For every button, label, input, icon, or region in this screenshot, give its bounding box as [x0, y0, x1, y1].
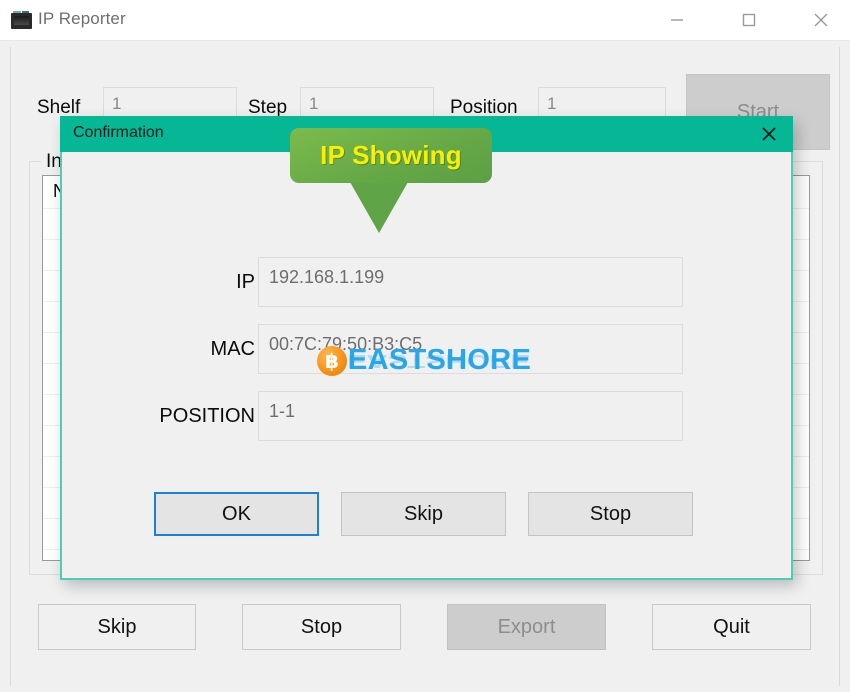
position-field-row: POSITION 1-1: [62, 391, 795, 443]
app-icon: [11, 11, 32, 30]
callout-tail-icon: [350, 182, 408, 233]
dialog-body: IP 192.168.1.199 MAC 00:7C:79:50:B3:C5 P…: [60, 152, 793, 580]
close-button[interactable]: [798, 0, 844, 40]
ip-showing-callout: IP Showing: [290, 128, 492, 183]
ip-label: IP: [236, 271, 255, 293]
maximize-icon: [742, 13, 756, 27]
dialog-close-button[interactable]: [745, 116, 793, 152]
minimize-button[interactable]: [654, 0, 700, 40]
ip-reporter-window: IP Reporter Shelf 1 Step 1 Position 1 St…: [0, 0, 850, 692]
callout-label: IP Showing: [320, 140, 462, 170]
export-button[interactable]: Export: [447, 604, 606, 650]
window-title: IP Reporter: [38, 9, 126, 28]
position-value-input[interactable]: 1-1: [258, 391, 683, 441]
ip-field-row: IP 192.168.1.199: [62, 257, 795, 309]
title-bar: IP Reporter: [0, 0, 850, 41]
dialog-title: Confirmation: [73, 124, 164, 141]
dialog-ok-button[interactable]: OK: [154, 492, 319, 536]
close-icon: [762, 127, 776, 141]
minimize-icon: [671, 19, 683, 21]
dialog-skip-button[interactable]: Skip: [341, 492, 506, 536]
close-icon: [814, 13, 828, 27]
maximize-button[interactable]: [726, 0, 772, 40]
position-label: POSITION: [159, 405, 255, 427]
quit-button[interactable]: Quit: [652, 604, 811, 650]
skip-button[interactable]: Skip: [38, 604, 196, 650]
mac-label: MAC: [210, 338, 255, 360]
stop-button[interactable]: Stop: [242, 604, 401, 650]
mac-value-input[interactable]: 00:7C:79:50:B3:C5: [258, 324, 683, 374]
confirmation-dialog: Confirmation IP 192.168.1.199 MAC 00:7C:…: [60, 116, 793, 580]
ip-value-input[interactable]: 192.168.1.199: [258, 257, 683, 307]
parameter-row: Shelf 1 Step 1 Position 1 Start: [11, 47, 841, 150]
mac-field-row: MAC 00:7C:79:50:B3:C5: [62, 324, 795, 376]
dialog-stop-button[interactable]: Stop: [528, 492, 693, 536]
